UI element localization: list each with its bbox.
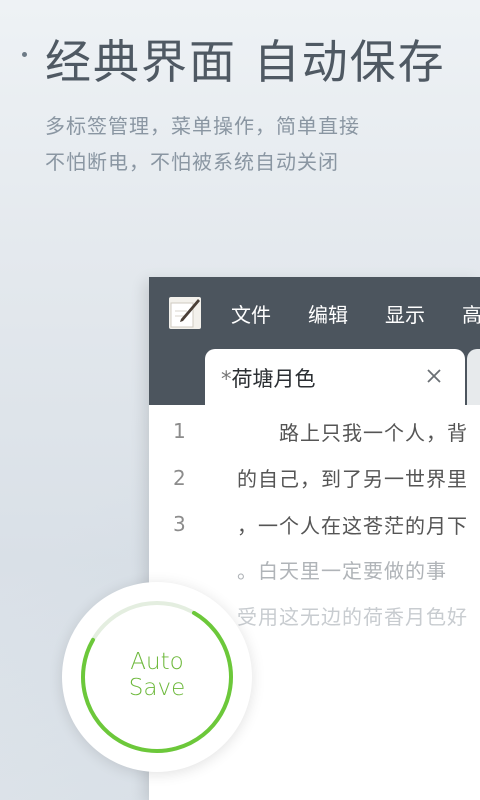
notepad-pen-icon[interactable] bbox=[169, 297, 201, 329]
menu-item-file[interactable]: 文件 bbox=[231, 299, 271, 328]
editor-line-3: ，一个人在这苍茫的月下 bbox=[237, 514, 468, 538]
tab-title-text: 荷塘月色 bbox=[231, 367, 316, 391]
menu-bar: 文件 编辑 显示 高 bbox=[149, 277, 480, 349]
tab-next[interactable] bbox=[467, 349, 480, 405]
menu-item-edit[interactable]: 编辑 bbox=[308, 299, 348, 328]
editor-line-4: 。白天里一定要做的事 bbox=[237, 559, 447, 583]
tab-modified-marker: * bbox=[221, 367, 232, 391]
auto-save-badge: Auto Save bbox=[62, 582, 252, 772]
auto-save-label-line2: Save bbox=[128, 675, 186, 701]
auto-save-label-line1: Auto bbox=[130, 649, 184, 675]
editor-line-1: 路上只我一个人，背 bbox=[237, 421, 468, 445]
promo-subtitle-line2: 不怕断电，不怕被系统自动关闭 bbox=[45, 150, 339, 174]
promo-headline: 经典界面 自动保存 bbox=[45, 35, 446, 89]
line-number-3: 3 bbox=[173, 512, 186, 536]
close-icon[interactable] bbox=[423, 365, 445, 387]
editor-line-5: 受用这无边的荷香月色好 bbox=[237, 605, 468, 629]
headline-bullet bbox=[22, 52, 27, 57]
line-number-1: 1 bbox=[173, 419, 186, 443]
menu-item-view[interactable]: 显示 bbox=[385, 299, 425, 328]
line-number-2: 2 bbox=[173, 466, 186, 490]
tab-title[interactable]: *荷塘月色 bbox=[221, 363, 316, 393]
tab-bar: *荷塘月色 bbox=[149, 349, 480, 405]
editor-line-2: 的自己，到了另一世界里 bbox=[237, 467, 468, 491]
promo-subtitle-line1: 多标签管理，菜单操作，简单直接 bbox=[45, 114, 360, 138]
menu-item-advanced[interactable]: 高 bbox=[462, 299, 480, 328]
